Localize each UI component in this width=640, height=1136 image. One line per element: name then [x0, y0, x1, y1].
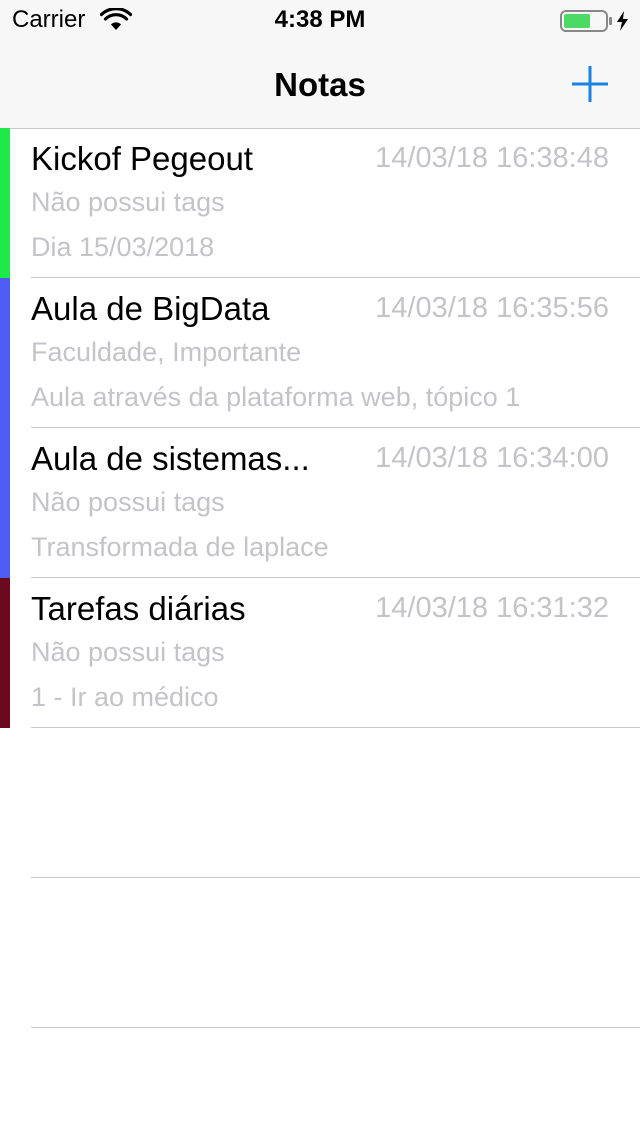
notes-screen: Carrier 4:38 PM Notas Kickof Pegeout 14/… — [0, 0, 640, 1136]
page-title: Notas — [274, 66, 366, 103]
note-title: Aula de sistemas... — [31, 440, 310, 477]
note-tags: Faculdade, Importante — [31, 337, 302, 367]
note-preview: Aula através da plataforma web, tópico 1 — [31, 382, 521, 412]
note-date: 14/03/18 16:34:00 — [375, 442, 609, 474]
note-tags: Não possui tags — [31, 637, 225, 667]
note-color-indicator — [0, 428, 10, 578]
empty-row — [0, 878, 640, 1028]
note-color-indicator — [0, 128, 10, 278]
note-preview: Transformada de laplace — [31, 532, 329, 562]
note-row[interactable]: Aula de BigData 14/03/18 16:35:56 Faculd… — [0, 278, 640, 428]
status-bar: Carrier 4:38 PM — [0, 0, 640, 40]
note-color-indicator — [0, 578, 10, 728]
note-title: Kickof Pegeout — [31, 140, 253, 177]
row-separator — [31, 1027, 640, 1028]
note-color-indicator — [0, 278, 10, 428]
charging-bolt-icon — [617, 11, 628, 31]
note-row[interactable]: Tarefas diárias 14/03/18 16:31:32 Não po… — [0, 578, 640, 728]
clock-time: 4:38 PM — [274, 6, 366, 33]
plus-icon — [572, 66, 608, 102]
note-date: 14/03/18 16:38:48 — [375, 142, 609, 174]
note-tags: Não possui tags — [31, 187, 225, 217]
note-preview: 1 - Ir ao médico — [31, 682, 219, 712]
note-title: Aula de BigData — [31, 290, 270, 327]
empty-row — [0, 728, 640, 878]
top-bar: Carrier 4:38 PM Notas — [0, 0, 640, 129]
navigation-bar: Notas — [0, 40, 640, 128]
notes-list: Kickof Pegeout 14/03/18 16:38:48 Não pos… — [0, 128, 640, 1028]
note-preview: Dia 15/03/2018 — [31, 232, 215, 262]
add-note-button[interactable] — [566, 60, 614, 108]
note-tags: Não possui tags — [31, 487, 225, 517]
note-date: 14/03/18 16:35:56 — [375, 292, 609, 324]
battery-icon — [560, 10, 628, 32]
note-row[interactable]: Aula de sistemas... 14/03/18 16:34:00 Nã… — [0, 428, 640, 578]
note-date: 14/03/18 16:31:32 — [375, 592, 609, 624]
note-row[interactable]: Kickof Pegeout 14/03/18 16:38:48 Não pos… — [0, 128, 640, 278]
note-title: Tarefas diárias — [31, 590, 246, 627]
